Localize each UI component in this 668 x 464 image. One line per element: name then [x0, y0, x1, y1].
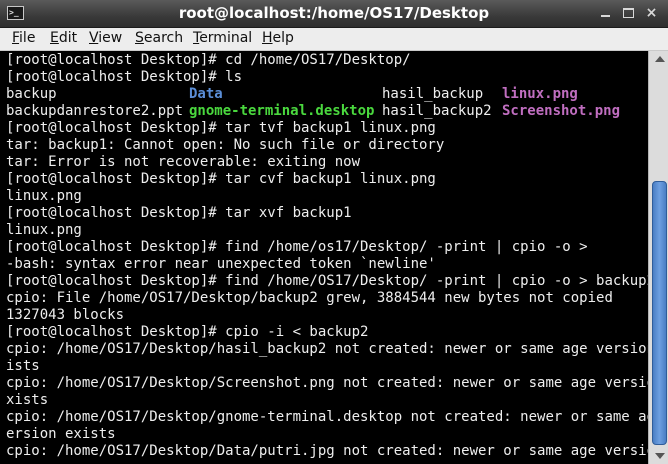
terminal-line: 1327043 blocks	[6, 307, 125, 323]
ls-entry-image: linux.png	[502, 86, 578, 102]
terminal-line: tar: backup1: Cannot open: No such file …	[6, 137, 445, 153]
terminal-line: tar: Error is not recoverable: exiting n…	[6, 154, 361, 170]
scrollbar-thumb[interactable]	[652, 181, 667, 445]
terminal-line: [root@localhost Desktop]# cd /home/OS17/…	[6, 52, 411, 68]
scroll-down-icon[interactable]	[655, 453, 665, 459]
terminal-line: linux.png	[6, 222, 82, 238]
ls-entry-image: Screenshot.png	[502, 103, 621, 119]
menu-bar: File Edit View Search Terminal Help	[0, 28, 668, 51]
menu-view[interactable]: View	[89, 30, 122, 46]
terminal-line: cpio: File /home/OS17/Desktop/backup2 gr…	[6, 290, 613, 306]
terminal-line: ists	[6, 358, 40, 374]
scroll-up-icon[interactable]	[655, 56, 665, 62]
ls-entry-executable: gnome-terminal.desktop	[189, 103, 375, 119]
close-icon[interactable]: ×	[644, 6, 659, 20]
terminal-line: [root@localhost Desktop]# tar xvf backup…	[6, 205, 352, 221]
menu-help[interactable]: Help	[262, 30, 294, 46]
terminal-line: cpio: /home/OS17/Desktop/gnome-terminal.…	[6, 409, 648, 425]
terminal-line: cpio: /home/OS17/Desktop/Screenshot.png …	[6, 375, 648, 391]
menu-terminal[interactable]: Terminal	[193, 30, 252, 46]
terminal-line: -bash: syntax error near unexpected toke…	[6, 256, 436, 272]
terminal-line: [root@localhost Desktop]# find /home/OS1…	[6, 273, 648, 289]
terminal-line: cpio: /home/OS17/Desktop/hasil_backup2 n…	[6, 341, 648, 357]
terminal-line: [root@localhost Desktop]# ls	[6, 69, 243, 85]
window-title: root@localhost:/home/OS17/Desktop	[178, 4, 490, 22]
terminal-line: linux.png	[6, 188, 82, 204]
ls-entry-directory: Data	[189, 86, 223, 102]
title-bar[interactable]: >_ root@localhost:/home/OS17/Desktop ×	[0, 0, 668, 28]
terminal-line: cpio: /home/OS17/Desktop/Data/putri.jpg …	[6, 443, 648, 459]
ls-entry-file: hasil_backup	[382, 86, 484, 102]
terminal-line: ersion exists	[6, 426, 116, 442]
terminal-line: [root@localhost Desktop]# find /home/os1…	[6, 239, 588, 255]
menu-edit[interactable]: Edit	[50, 30, 77, 46]
terminal-line: [root@localhost Desktop]# tar tvf backup…	[6, 120, 436, 136]
ls-entry-file: backup	[6, 86, 57, 102]
terminal-line: [root@localhost Desktop]# tar cvf backup…	[6, 171, 436, 187]
minimize-icon[interactable]	[598, 6, 613, 20]
vertical-scrollbar[interactable]	[648, 51, 668, 464]
terminal-window: >_ root@localhost:/home/OS17/Desktop × F…	[0, 0, 668, 464]
terminal-line: [root@localhost Desktop]# cpio -i < back…	[6, 324, 369, 340]
ls-entry-file: hasil_backup2	[382, 103, 492, 119]
maximize-icon[interactable]	[621, 6, 636, 20]
menu-file[interactable]: File	[12, 30, 35, 46]
menu-search[interactable]: Search	[135, 30, 183, 46]
terminal-line: xists	[6, 392, 49, 408]
ls-entry-file: backupdanrestore2.ppt	[6, 103, 184, 119]
terminal-output[interactable]: [root@localhost Desktop]# cd /home/OS17/…	[0, 51, 648, 464]
